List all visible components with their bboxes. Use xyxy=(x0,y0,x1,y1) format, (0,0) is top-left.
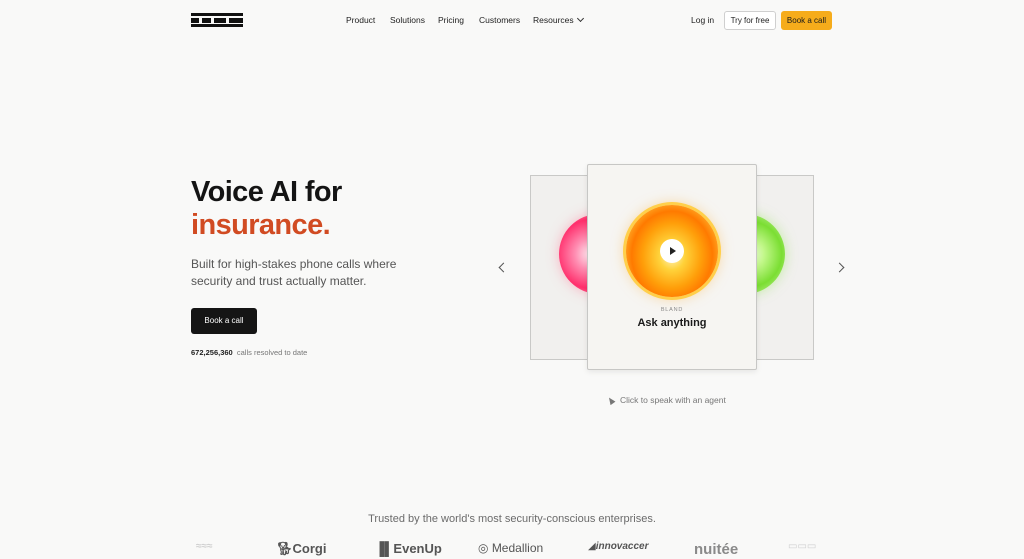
trusted-heading: Trusted by the world's most security-con… xyxy=(368,513,656,525)
menu-item-pricing[interactable]: Pricing xyxy=(438,15,464,25)
agent-brand-label: BLAND xyxy=(660,307,684,313)
menu-item-solutions[interactable]: Solutions xyxy=(390,15,425,25)
calls-stat: 672,256,360 calls resolved to date xyxy=(191,348,307,357)
menu-item-resources-label: Resources xyxy=(533,15,574,25)
carousel-prev-arrow-icon[interactable] xyxy=(498,262,509,273)
faded-logo-left: ≈≈≈ xyxy=(196,541,213,552)
calls-count: 672,256,360 xyxy=(191,348,233,357)
hero-title-line2: insurance. xyxy=(191,209,331,241)
menu-item-customers[interactable]: Customers xyxy=(479,15,520,25)
evenup-logo: ▐▌EvenUp xyxy=(375,541,442,556)
login-link[interactable]: Log in xyxy=(691,15,714,25)
customer-logos: ≈≈≈ 🐕︎Corgi ▐▌EvenUp ◎ Medallion ◢innova… xyxy=(0,538,1024,559)
chevron-down-icon xyxy=(576,14,584,23)
book-call-button-nav[interactable]: Book a call xyxy=(781,11,832,30)
speak-hint: Click to speak with an agent xyxy=(606,395,726,406)
agent-card-title: Ask anything xyxy=(637,317,707,329)
play-icon[interactable] xyxy=(660,239,684,263)
medallion-logo: ◎ Medallion xyxy=(478,541,544,555)
faded-logo-right: ▭▭▭ xyxy=(788,541,817,552)
speak-hint-text: Click to speak with an agent xyxy=(620,395,726,405)
hero-title-line1: Voice AI for xyxy=(191,176,342,208)
carousel-next-arrow-icon[interactable] xyxy=(834,262,845,273)
innovaccer-logo: ◢innovaccer xyxy=(588,541,649,552)
top-nav: Product Solutions Pricing Customers Reso… xyxy=(0,0,1024,40)
try-free-button[interactable]: Try for free xyxy=(724,11,776,30)
menu-item-product[interactable]: Product xyxy=(346,15,375,25)
nuitee-logo: nuitée xyxy=(694,541,739,558)
cursor-icon xyxy=(606,395,616,406)
orange-orb-icon xyxy=(626,205,718,297)
agent-card[interactable]: BLAND Ask anything xyxy=(587,164,757,370)
corgi-logo: 🐕︎Corgi xyxy=(276,541,327,556)
calls-suffix: calls resolved to date xyxy=(236,348,308,357)
book-call-button-hero[interactable]: Book a call xyxy=(191,308,257,334)
bland-logo[interactable] xyxy=(191,13,243,27)
menu-item-resources[interactable]: Resources xyxy=(533,14,584,25)
hero-subtitle: Built for high-stakes phone calls where … xyxy=(191,257,397,288)
